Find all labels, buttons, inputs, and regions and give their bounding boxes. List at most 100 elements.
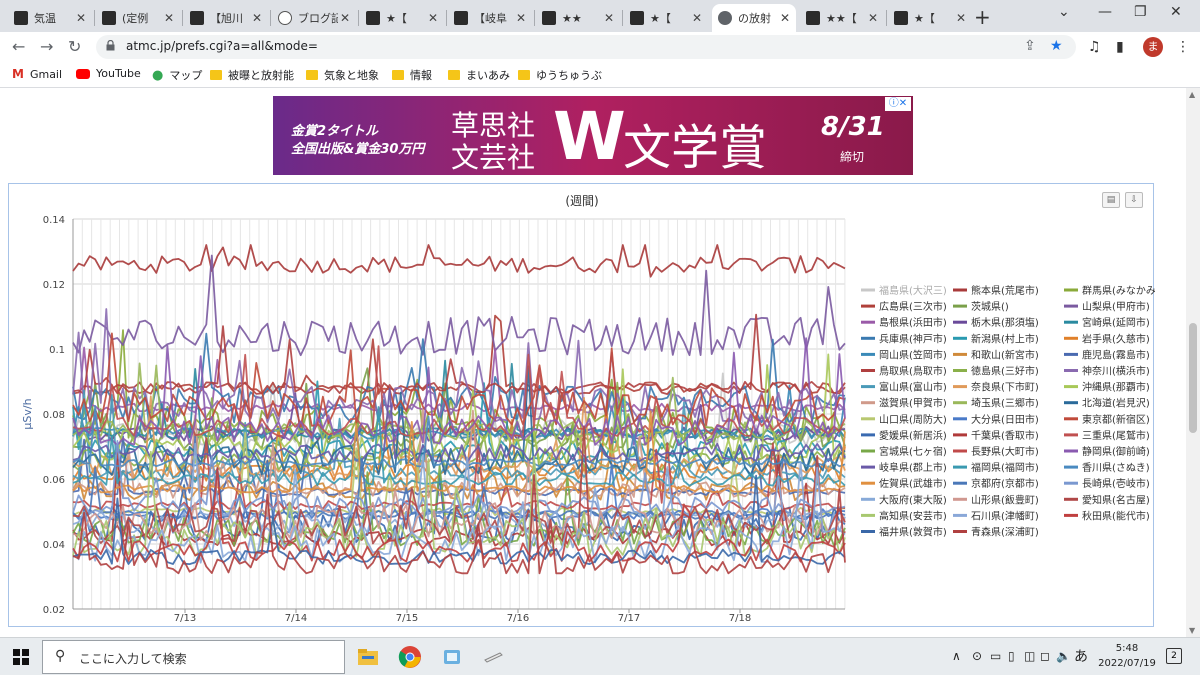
taskbar-search-placeholder: ここに入力して検索 xyxy=(79,652,187,666)
bookmark-maps[interactable]: ● マップ xyxy=(152,67,202,83)
minimize-button[interactable]: — xyxy=(1098,4,1112,20)
ad-publisher2: 文芸社 xyxy=(451,141,536,174)
close-tab-icon[interactable]: ✕ xyxy=(428,11,438,25)
scrollbar-thumb[interactable] xyxy=(1189,323,1197,433)
tray-monitor-icon[interactable]: ◫ xyxy=(1024,649,1035,663)
tab-10[interactable]: ★【 ✕ xyxy=(888,4,972,32)
tab-search-chevron-icon[interactable]: ⌄ xyxy=(1058,4,1070,20)
legend-item: 愛知県(名古屋) xyxy=(1082,493,1150,506)
app-notebook-icon[interactable] xyxy=(440,645,464,669)
notification-center-icon[interactable]: 2 xyxy=(1166,648,1182,664)
clock-date: 2022/07/19 xyxy=(1098,658,1156,669)
tray-camera-icon[interactable]: ▭ xyxy=(990,649,1001,663)
tab-title: ★【 xyxy=(386,12,407,25)
legend-item: 広島県(三次市) xyxy=(879,300,947,313)
tab-0[interactable]: 気温 ✕ xyxy=(8,4,92,32)
restore-button[interactable]: ❐ xyxy=(1134,4,1147,20)
legend-item: 宮崎県(延岡市) xyxy=(1082,316,1150,329)
bookmark-gmail[interactable]: M Gmail xyxy=(12,67,62,81)
tab-9[interactable]: ★★【 ✕ xyxy=(800,4,884,32)
legend-item: 高知県(安芸市) xyxy=(879,509,947,522)
tab-7[interactable]: ★【 ✕ xyxy=(624,4,708,32)
favicon-icon xyxy=(278,11,292,25)
legend-item: 大阪府(東大阪) xyxy=(879,493,947,506)
favicon-icon xyxy=(102,11,116,25)
tab-3[interactable]: ブログ記 ✕ xyxy=(272,4,356,32)
tab-1[interactable]: (定例 ✕ xyxy=(96,4,180,32)
legend-item: 北海道(岩見沢) xyxy=(1082,397,1150,410)
taskbar-clock[interactable]: 5:48 2022/07/19 xyxy=(1092,641,1162,671)
tab-separator xyxy=(358,10,359,26)
y-tick-label: 0.14 xyxy=(43,215,65,226)
close-tab-icon[interactable]: ✕ xyxy=(340,11,350,25)
scroll-up-icon[interactable]: ▲ xyxy=(1189,90,1195,99)
tab-2[interactable]: 【旭川 ✕ xyxy=(184,4,268,32)
forward-button[interactable]: → xyxy=(40,37,53,56)
tray-chevron-icon[interactable]: ∧ xyxy=(952,649,961,663)
volume-icon[interactable]: 🔈 xyxy=(1056,649,1071,663)
close-tab-icon[interactable]: ✕ xyxy=(76,11,86,25)
tab-5[interactable]: 【岐阜 ✕ xyxy=(448,4,532,32)
y-tick-label: 0.08 xyxy=(43,410,65,421)
taskbar-search-input[interactable]: ⚲ ここに入力して検索 xyxy=(42,640,345,674)
tab-8[interactable]: の放射 ✕ xyxy=(712,4,796,32)
bookmark-folder-kishou[interactable]: 気象と地象 xyxy=(306,67,379,83)
tray-network-icon[interactable]: ◻ xyxy=(1040,649,1050,663)
bookmark-star-icon[interactable]: ★ xyxy=(1050,38,1063,54)
close-tab-icon[interactable]: ✕ xyxy=(516,11,526,25)
x-tick-label: 7/16 xyxy=(507,613,529,624)
close-tab-icon[interactable]: ✕ xyxy=(780,11,790,25)
ad-banner[interactable]: 金賞2タイトル 全国出版&賞金30万円 草思社 文芸社 W 文学賞 8/31 締… xyxy=(273,96,913,176)
ad-choices-icon[interactable]: ⓘ✕ xyxy=(885,97,911,111)
close-window-button[interactable]: ✕ xyxy=(1170,4,1182,20)
close-tab-icon[interactable]: ✕ xyxy=(252,11,262,25)
share-icon[interactable]: ⇪ xyxy=(1024,38,1036,54)
bookmark-youtube[interactable]: YouTube xyxy=(76,67,141,80)
app-pen-icon[interactable] xyxy=(482,645,506,669)
close-tab-icon[interactable]: ✕ xyxy=(164,11,174,25)
search-icon: ⚲ xyxy=(55,648,66,664)
ime-indicator[interactable]: あ xyxy=(1074,646,1088,666)
close-tab-icon[interactable]: ✕ xyxy=(868,11,878,25)
favicon-icon xyxy=(630,11,644,25)
close-tab-icon[interactable]: ✕ xyxy=(956,11,966,25)
legend-item: 滋賀県(甲賀市) xyxy=(879,397,947,410)
folder-icon xyxy=(210,70,222,80)
legend-item: 山形県(飯豊町) xyxy=(971,493,1039,506)
scroll-down-icon[interactable]: ▼ xyxy=(1189,626,1195,635)
reload-button[interactable]: ↻ xyxy=(68,37,81,56)
back-button[interactable]: ← xyxy=(12,37,25,56)
legend-item: 熊本県(荒尾市) xyxy=(971,284,1039,297)
media-control-icon[interactable]: ♫ xyxy=(1088,39,1101,55)
legend-item: 山口県(周防大) xyxy=(879,413,947,426)
bookmark-folder-jouhou[interactable]: 情報 xyxy=(392,67,432,83)
tab-title: の放射 xyxy=(738,12,771,25)
close-tab-icon[interactable]: ✕ xyxy=(604,11,614,25)
windows-taskbar: ⚲ ここに入力して検索 ∧ ⊙ ▭ ▯ ◫ ◻ 🔈 あ 5:48 2022/07… xyxy=(0,637,1200,675)
close-tab-icon[interactable]: ✕ xyxy=(692,11,702,25)
windows-start-icon[interactable] xyxy=(13,649,29,665)
page-scrollbar[interactable]: ▲ ▼ xyxy=(1186,88,1200,637)
favicon-icon xyxy=(366,11,380,25)
clock-time: 5:48 xyxy=(1115,643,1139,654)
bookmark-folder-hibaku[interactable]: 被曝と放射能 xyxy=(210,67,294,83)
bookmark-folder-youtube[interactable]: ゆうちゅうぶ xyxy=(518,67,602,83)
x-tick-label: 7/13 xyxy=(174,613,196,624)
tab-4[interactable]: ★【 ✕ xyxy=(360,4,444,32)
legend-item: 群馬県(みなかみ) xyxy=(1082,284,1155,297)
y-tick-label: 0.1 xyxy=(49,345,65,356)
side-panel-icon[interactable]: ▮ xyxy=(1116,39,1124,55)
address-bar[interactable]: atmc.jp/prefs.cgi?a=all&mode= ⇪ ★ xyxy=(96,35,1076,59)
file-explorer-icon[interactable] xyxy=(356,645,380,669)
ad-award-title: 文学賞 xyxy=(623,120,768,176)
tab-6[interactable]: ★★ ✕ xyxy=(536,4,620,32)
chrome-icon[interactable] xyxy=(398,645,422,669)
tab-title: ★【 xyxy=(650,12,671,25)
avatar[interactable]: ま xyxy=(1143,37,1163,57)
bookmark-folder-maiami[interactable]: まいあみ xyxy=(448,67,510,83)
tray-app-icon[interactable]: ⊙ xyxy=(972,649,982,663)
tab-title: ★★ xyxy=(562,11,582,25)
menu-kebab-icon[interactable]: ⋮ xyxy=(1176,39,1190,55)
new-tab-button[interactable]: + xyxy=(974,5,991,29)
tray-device-icon[interactable]: ▯ xyxy=(1008,649,1015,663)
